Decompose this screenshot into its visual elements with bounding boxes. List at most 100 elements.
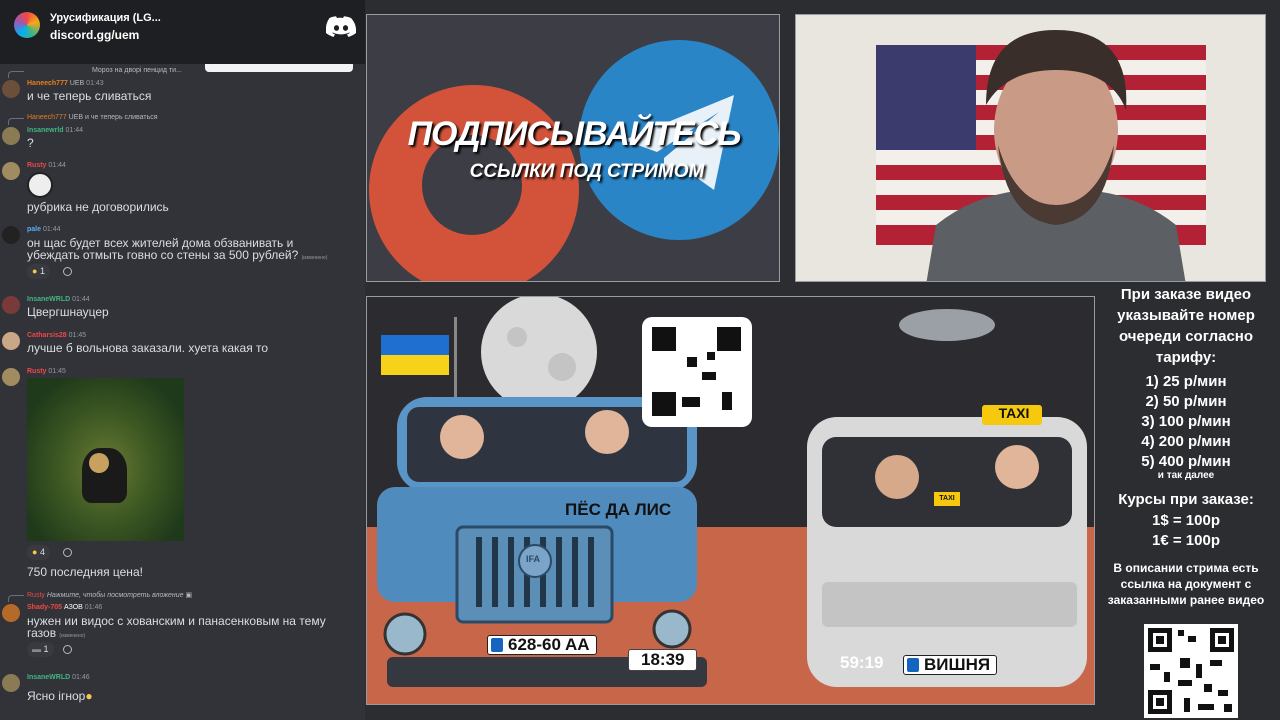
server-header[interactable]: Урусификация (LG... discord.gg/uem [0,0,365,64]
add-reaction-icon[interactable] [63,267,72,276]
timestamp: 01:46 [72,674,90,681]
reply-connector [8,71,24,78]
rates-heading: Курсы при заказе: [1118,491,1254,508]
avatar [2,80,20,98]
username[interactable]: Shady-705 [27,604,62,611]
right-timer: 59:19 [840,653,884,672]
ukraine-flag-icon [381,335,449,355]
qr-code-icon [1144,624,1238,718]
message-meta: Insanewrld 01:44 [27,127,83,134]
reply-text: Haneech777 UEB и че теперь сливаться [27,114,158,121]
message-text: и че теперь сливаться [27,89,152,103]
tariff-item: 5) 400 р/мин [1141,453,1231,470]
ua-plate-flag-icon [491,638,503,652]
emoji-icon: ● [85,689,93,703]
car-icon: ▬ [32,644,41,654]
truck-brand: IFA [526,554,541,564]
message-text: Цвергшнауцер [27,305,109,319]
reaction-pill[interactable]: ● 1 [27,264,50,279]
message-meta: InsaneWRLD 01:46 [27,674,90,681]
image-attachment[interactable] [27,378,184,541]
order-instructions: При заказе видео указывайте номер очеред… [1117,286,1255,366]
server-icon [14,12,40,38]
rate-eur: 1€ = 100р [1152,532,1220,549]
message-text: ? [27,136,34,150]
license-plate: 628-60 AA [487,635,597,655]
message-meta: Rusty 01:44 [27,162,66,169]
truck-label: ПЁС ДА ЛИС [565,500,672,519]
message-text: Ясно ігнор● [27,689,93,703]
left-timer: 18:39 [628,649,698,671]
timestamp: 01:44 [65,127,84,134]
message-meta: Rusty 01:45 [27,368,66,375]
username[interactable]: Insanewrld [27,127,64,134]
cloud-icon [899,309,995,341]
thumbs-up-icon: ● [32,266,38,276]
username[interactable]: pale [27,226,41,233]
timestamp: 01:46 [84,604,103,611]
timestamp: 01:45 [68,332,87,339]
username[interactable]: Rusty [27,368,46,375]
tariff-item: 3) 100 р/мин [1141,413,1231,430]
message-text: лучше б вольнова заказали. хуета какая т… [27,341,269,355]
chat-overlay: Урусификация (LG... discord.gg/uem Мороз… [0,0,365,720]
reaction-pill[interactable]: ● 4 [27,545,50,560]
add-reaction-icon[interactable] [63,645,72,654]
server-name: Урусификация (LG... [50,12,161,24]
reply-connector [8,595,24,602]
avatar [2,162,20,180]
avatar [2,226,20,244]
avatar [2,368,20,386]
reply-connector [8,118,24,125]
tariff-item: 4) 200 р/мин [1141,433,1231,450]
promo-subtitle: ССЫЛКИ ПОД СТРИМОМ [469,161,705,182]
add-reaction-icon[interactable] [63,548,72,557]
timestamp: 01:43 [86,80,104,87]
document-note: В описании стрима есть ссылка на докумен… [1107,561,1265,607]
small-taxi-sign: TAXI [934,492,960,506]
username[interactable]: Catharsis28 [27,332,67,339]
avatar [2,674,20,692]
message-text: убеждать отмыть говно со стены за 500 ру… [27,248,328,262]
badge: АЗОВ [63,604,83,611]
subscribe-banner: ПОДПИСЫВАЙТЕСЬ ССЫЛКИ ПОД СТРИМОМ [366,14,780,282]
message-text: 750 последняя цена! [27,565,143,579]
message-meta: Catharsis28 01:45 [27,332,86,339]
username[interactable]: Rusty [27,162,46,169]
taxi-sign: TAXI [998,405,1030,421]
username[interactable]: InsaneWRLD [27,674,70,681]
username[interactable]: InsaneWRLD [27,296,70,303]
avatar [2,604,20,622]
rate-usd: 1$ = 100р [1152,512,1220,529]
reaction-pill[interactable]: ▬ 1 [27,642,54,657]
message-text: газов (изменено) [27,626,86,640]
discord-logo-icon [326,16,356,37]
promo-title: ПОДПИСЫВАЙТЕСЬ [407,115,742,153]
message-text: рубрика не договорились [27,200,169,214]
reaction-count: 4 [39,547,45,557]
scrollbar-thumb[interactable] [205,64,353,72]
queue-artwork: ПЁС ДА ЛИС IFA TAXI TAXI 628-60 AA 18:39… [366,296,1095,705]
streamer-image [926,30,1186,281]
webcam-feed [795,14,1266,282]
ua-plate-flag-icon [907,658,919,672]
image-icon: ▣ [185,592,193,599]
clown-emoji-icon [27,172,53,198]
avatar [2,332,20,350]
tariff-list: 1) 25 р/мин 2) 50 р/мин 3) 100 р/мин 4) … [1100,372,1272,472]
reaction-count: 1 [43,644,49,654]
clown-icon: ● [32,547,38,557]
avatar [2,296,20,314]
badge: UEB [69,80,85,87]
username[interactable]: Haneech777 [27,80,68,87]
message-meta: Shady-705 АЗОВ 01:46 [27,604,102,611]
timestamp: 01:44 [42,226,61,233]
timestamp: 01:44 [48,162,66,169]
server-invite-link[interactable]: discord.gg/uem [50,28,139,42]
artwork-scene [367,297,1094,704]
message-meta: InsaneWRLD 01:44 [27,296,90,303]
reply-text: Rusty Нажмите, чтобы посмотреть вложение… [27,592,193,599]
avatar [2,127,20,145]
tariff-more: и так далее [1157,470,1215,481]
timestamp: 01:44 [72,296,90,303]
